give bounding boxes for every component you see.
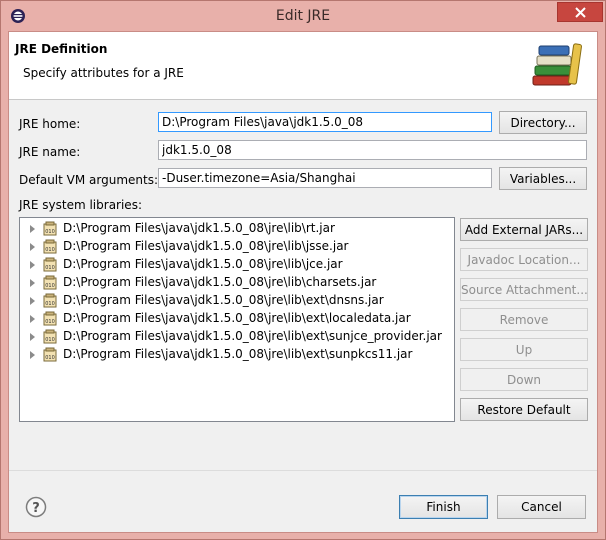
svg-text:010: 010: [45, 283, 55, 289]
jar-icon: 010: [43, 275, 57, 290]
up-button[interactable]: Up: [460, 338, 588, 361]
jar-icon: 010: [43, 221, 57, 236]
library-item[interactable]: 010 D:\Program Files\java\jdk1.5.0_08\jr…: [20, 238, 454, 256]
svg-text:010: 010: [45, 355, 55, 361]
jar-icon: 010: [43, 257, 57, 272]
down-button[interactable]: Down: [460, 368, 588, 391]
directory-button[interactable]: Directory...: [499, 111, 587, 134]
jre-home-input[interactable]: [158, 112, 492, 132]
edit-jre-dialog: Edit JRE JRE Definition Specify attribut…: [0, 0, 606, 540]
finish-button[interactable]: Finish: [399, 495, 488, 519]
help-icon[interactable]: ?: [25, 496, 47, 518]
library-books-icon: [532, 43, 582, 86]
source-attachment-button[interactable]: Source Attachment...: [460, 278, 588, 301]
header-banner: JRE Definition Specify attributes for a …: [9, 32, 597, 100]
library-path: D:\Program Files\java\jdk1.5.0_08\jre\li…: [63, 311, 411, 325]
expand-arrow-icon[interactable]: [30, 315, 35, 323]
close-button[interactable]: [557, 2, 603, 22]
expand-arrow-icon[interactable]: [30, 243, 35, 251]
svg-text:010: 010: [45, 229, 55, 235]
jre-name-input[interactable]: [158, 140, 587, 160]
svg-text:?: ?: [32, 501, 40, 516]
library-path: D:\Program Files\java\jdk1.5.0_08\jre\li…: [63, 347, 413, 361]
svg-text:010: 010: [45, 319, 55, 325]
expand-arrow-icon[interactable]: [30, 261, 35, 269]
library-item[interactable]: 010 D:\Program Files\java\jdk1.5.0_08\jr…: [20, 310, 454, 328]
library-path: D:\Program Files\java\jdk1.5.0_08\jre\li…: [63, 257, 343, 271]
library-item[interactable]: 010 D:\Program Files\java\jdk1.5.0_08\jr…: [20, 292, 454, 310]
remove-button[interactable]: Remove: [460, 308, 588, 331]
banner-description: Specify attributes for a JRE: [23, 66, 184, 80]
library-path: D:\Program Files\java\jdk1.5.0_08\jre\li…: [63, 293, 384, 307]
library-item[interactable]: 010 D:\Program Files\java\jdk1.5.0_08\jr…: [20, 274, 454, 292]
expand-arrow-icon[interactable]: [30, 333, 35, 341]
jar-icon: 010: [43, 293, 57, 308]
library-item[interactable]: 010 D:\Program Files\java\jdk1.5.0_08\jr…: [20, 346, 454, 364]
cancel-button[interactable]: Cancel: [497, 495, 586, 519]
banner-title: JRE Definition: [15, 42, 108, 56]
jar-icon: 010: [43, 239, 57, 254]
vm-args-label: Default VM arguments:: [19, 173, 159, 187]
title-bar[interactable]: Edit JRE: [1, 1, 605, 31]
dialog-client: JRE Definition Specify attributes for a …: [8, 31, 598, 533]
svg-text:010: 010: [45, 301, 55, 307]
jar-icon: 010: [43, 329, 57, 344]
jar-icon: 010: [43, 311, 57, 326]
expand-arrow-icon[interactable]: [30, 351, 35, 359]
add-external-jars-button[interactable]: Add External JARs...: [460, 218, 588, 241]
library-path: D:\Program Files\java\jdk1.5.0_08\jre\li…: [63, 275, 377, 289]
close-icon: [575, 7, 586, 18]
restore-default-button[interactable]: Restore Default: [460, 398, 588, 421]
library-path: D:\Program Files\java\jdk1.5.0_08\jre\li…: [63, 221, 335, 235]
window-title: Edit JRE: [275, 8, 331, 24]
expand-arrow-icon[interactable]: [30, 225, 35, 233]
libraries-label: JRE system libraries:: [19, 198, 142, 212]
svg-text:010: 010: [45, 265, 55, 271]
library-item[interactable]: 010 D:\Program Files\java\jdk1.5.0_08\jr…: [20, 220, 454, 238]
vm-args-input[interactable]: [158, 168, 492, 188]
footer-separator: [9, 470, 597, 471]
variables-button[interactable]: Variables...: [499, 167, 587, 190]
library-item[interactable]: 010 D:\Program Files\java\jdk1.5.0_08\jr…: [20, 256, 454, 274]
library-item[interactable]: 010 D:\Program Files\java\jdk1.5.0_08\jr…: [20, 328, 454, 346]
jar-icon: 010: [43, 347, 57, 362]
jre-home-label: JRE home:: [19, 117, 81, 131]
expand-arrow-icon[interactable]: [30, 279, 35, 287]
javadoc-location-button[interactable]: Javadoc Location...: [460, 248, 588, 271]
library-path: D:\Program Files\java\jdk1.5.0_08\jre\li…: [63, 329, 442, 343]
library-path: D:\Program Files\java\jdk1.5.0_08\jre\li…: [63, 239, 349, 253]
svg-text:010: 010: [45, 337, 55, 343]
jre-name-label: JRE name:: [19, 145, 81, 159]
jre-libraries-list[interactable]: 010 D:\Program Files\java\jdk1.5.0_08\jr…: [19, 217, 455, 422]
svg-text:010: 010: [45, 247, 55, 253]
expand-arrow-icon[interactable]: [30, 297, 35, 305]
